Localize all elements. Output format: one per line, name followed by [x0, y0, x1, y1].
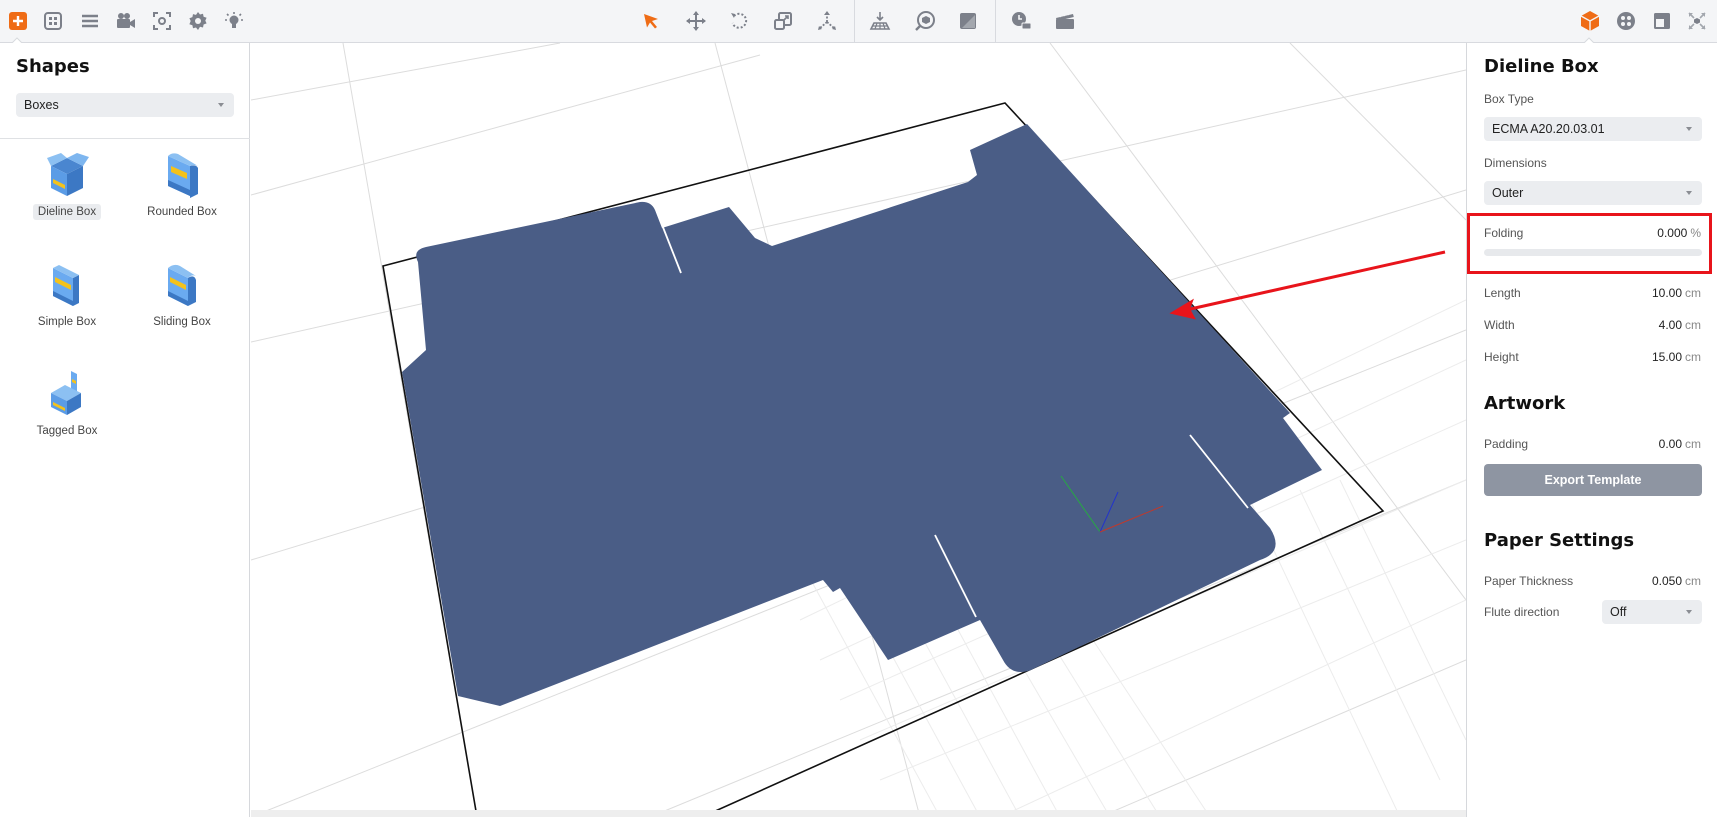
- length-label: Length: [1484, 286, 1521, 300]
- rotate-icon[interactable]: [726, 8, 752, 34]
- chevron-down-icon: [1686, 127, 1692, 131]
- width-value[interactable]: 4.00 cm: [1659, 318, 1701, 332]
- camera-icon[interactable]: [113, 8, 139, 34]
- dieline-shape[interactable]: [402, 124, 1322, 706]
- timer-icon[interactable]: [1009, 8, 1035, 34]
- top-toolbar: [0, 0, 1717, 44]
- width-unit: cm: [1685, 318, 1701, 332]
- width-label: Width: [1484, 318, 1515, 332]
- grid-icon[interactable]: [40, 8, 66, 34]
- shape-label: Tagged Box: [36, 425, 98, 437]
- artwork-title: Artwork: [1484, 393, 1566, 414]
- paper-thickness-value[interactable]: 0.050 cm: [1652, 574, 1701, 588]
- folding-label: Folding: [1484, 226, 1524, 240]
- clapperboard-icon[interactable]: [1052, 8, 1078, 34]
- flute-direction-label: Flute direction: [1484, 605, 1560, 619]
- scale-icon[interactable]: [770, 8, 796, 34]
- add-icon[interactable]: [5, 8, 31, 34]
- folding-number: 0.000: [1657, 226, 1688, 240]
- shape-dieline-box[interactable]: Dieline Box: [12, 148, 122, 238]
- shape-rounded-box[interactable]: Rounded Box: [127, 148, 237, 238]
- rounded-box-icon: [168, 153, 198, 198]
- divider: [0, 138, 250, 139]
- padding-number: 0.00: [1658, 437, 1682, 451]
- shape-sliding-box[interactable]: Sliding Box: [127, 258, 237, 348]
- gear-icon[interactable]: [185, 8, 211, 34]
- shapes-title: Shapes: [16, 56, 90, 77]
- length-unit: cm: [1685, 286, 1701, 300]
- focus-icon[interactable]: [149, 8, 175, 34]
- folding-value: 0.000%: [1657, 226, 1701, 240]
- box-type-value: ECMA A20.20.03.01: [1492, 122, 1605, 136]
- shape-label: Sliding Box: [153, 316, 211, 328]
- tagged-box-icon: [51, 371, 81, 415]
- dimensions-label: Dimensions: [1484, 156, 1547, 170]
- chevron-down-icon: [218, 103, 224, 107]
- length-value[interactable]: 10.00 cm: [1652, 286, 1701, 300]
- padding-value[interactable]: 0.00 cm: [1659, 437, 1701, 451]
- box-type-select[interactable]: ECMA A20.20.03.01: [1484, 117, 1702, 141]
- width-number: 4.00: [1658, 318, 1682, 332]
- folding-slider[interactable]: [1484, 249, 1702, 256]
- shape-label: Dieline Box: [32, 204, 102, 220]
- padding-unit: cm: [1685, 437, 1701, 451]
- toolbar-divider: [995, 0, 996, 42]
- paper-thickness-number: 0.050: [1651, 574, 1682, 588]
- scene-canvas[interactable]: [251, 43, 1466, 817]
- shape-category-select[interactable]: Boxes: [16, 93, 234, 117]
- fullscreen-icon[interactable]: [1684, 8, 1710, 34]
- shape-simple-box[interactable]: Simple Box: [12, 258, 122, 348]
- height-value[interactable]: 15.00 cm: [1652, 350, 1701, 364]
- flute-direction-select[interactable]: Off: [1602, 600, 1702, 624]
- drop-to-floor-icon[interactable]: [867, 8, 893, 34]
- dimensions-value: Outer: [1492, 186, 1524, 200]
- dimensions-select[interactable]: Outer: [1484, 181, 1702, 205]
- menu-icon[interactable]: [77, 8, 103, 34]
- flute-direction-value: Off: [1610, 605, 1627, 619]
- inspect-icon[interactable]: [912, 8, 938, 34]
- viewport-scrollbar[interactable]: [251, 810, 1466, 817]
- paper-thickness-label: Paper Thickness: [1484, 574, 1574, 588]
- folding-unit: %: [1690, 226, 1701, 240]
- height-label: Height: [1484, 350, 1519, 364]
- padding-label: Padding: [1484, 437, 1529, 451]
- box-type-label: Box Type: [1484, 92, 1534, 106]
- material-icon[interactable]: [955, 8, 981, 34]
- box-3d-icon[interactable]: [1577, 8, 1603, 34]
- shapes-panel: Shapes Boxes Dieline Box Rounded Box Sim…: [0, 43, 250, 817]
- properties-title: Dieline Box: [1484, 56, 1599, 77]
- 3d-viewport[interactable]: [251, 43, 1466, 817]
- shape-tagged-box[interactable]: Tagged Box: [12, 367, 122, 457]
- simple-box-icon: [53, 265, 79, 306]
- move-icon[interactable]: [683, 8, 709, 34]
- chevron-down-icon: [1686, 610, 1692, 614]
- shape-label: Simple Box: [37, 316, 97, 328]
- sliding-box-icon: [168, 264, 196, 306]
- length-number: 10.00: [1651, 286, 1682, 300]
- paper-thickness-unit: cm: [1685, 574, 1701, 588]
- select-arrow-icon[interactable]: [638, 8, 664, 34]
- properties-panel: Dieline Box Box Type ECMA A20.20.03.01 D…: [1466, 43, 1717, 817]
- texture-ball-icon[interactable]: [1613, 8, 1639, 34]
- pivot-icon[interactable]: [814, 8, 840, 34]
- shape-label: Rounded Box: [147, 206, 217, 218]
- height-unit: cm: [1685, 350, 1701, 364]
- light-icon[interactable]: [221, 8, 247, 34]
- export-template-button[interactable]: Export Template: [1484, 464, 1702, 496]
- height-number: 15.00: [1651, 350, 1682, 364]
- shape-category-value: Boxes: [24, 98, 59, 112]
- chevron-down-icon: [1686, 191, 1692, 195]
- toolbar-divider: [854, 0, 855, 42]
- paper-settings-title: Paper Settings: [1484, 530, 1635, 551]
- panel-layout-icon[interactable]: [1649, 8, 1675, 34]
- dieline-box-icon: [47, 153, 89, 196]
